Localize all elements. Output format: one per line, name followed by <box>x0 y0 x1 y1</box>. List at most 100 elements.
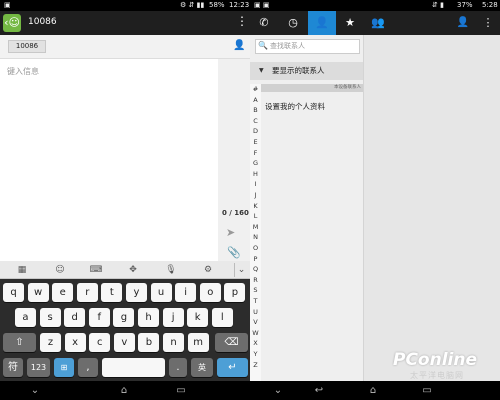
contact-search-input[interactable]: 查找联系人 <box>255 39 360 54</box>
index-letter[interactable]: S <box>250 286 261 294</box>
key-q[interactable]: q <box>3 283 24 302</box>
index-letter[interactable]: Q <box>250 265 261 273</box>
language-switch-key[interactable]: ⊞ <box>54 358 74 377</box>
index-letter[interactable]: K <box>250 202 261 210</box>
index-letter[interactable]: H <box>250 170 261 178</box>
home-icon-right[interactable]: ⌂ <box>364 385 382 396</box>
index-letter[interactable]: L <box>250 212 261 220</box>
contacts-tab-bar: ✆ ◷ 👤 ★ 👥 👤 ⋮ <box>250 11 500 35</box>
home-icon[interactable]: ⌂ <box>115 385 133 396</box>
key-p[interactable]: p <box>224 283 246 302</box>
enter-key[interactable]: ↵ <box>217 358 248 377</box>
number-key[interactable]: 123 <box>27 358 50 377</box>
index-letter[interactable]: E <box>250 138 261 146</box>
key-z[interactable]: z <box>40 333 61 352</box>
shift-key[interactable]: ⇧ <box>3 333 36 352</box>
key-o[interactable]: o <box>199 283 221 302</box>
attach-icon[interactable]: 📎 <box>227 246 241 259</box>
conversation-title: 10086 <box>28 17 57 27</box>
index-letter[interactable]: V <box>250 318 261 326</box>
index-letter[interactable]: P <box>250 255 261 263</box>
english-key[interactable]: 英 <box>191 358 213 377</box>
key-j[interactable]: j <box>162 308 184 327</box>
recipient-field[interactable]: 10086 👤 <box>0 35 250 59</box>
notification-icons: ▣ ▣ <box>254 1 270 9</box>
recents-icon-right[interactable]: ▭ <box>418 385 436 396</box>
cursor-icon[interactable]: ✥ <box>126 263 140 277</box>
key-y[interactable]: y <box>126 283 147 302</box>
index-letter[interactable]: U <box>250 308 261 316</box>
key-u[interactable]: u <box>150 283 172 302</box>
key-l[interactable]: l <box>211 308 233 327</box>
index-letter[interactable]: # <box>250 85 261 93</box>
comma-key[interactable]: , <box>78 358 98 377</box>
index-letter[interactable]: X <box>250 339 261 347</box>
overflow-menu-icon[interactable]: ⋮ <box>236 14 248 28</box>
key-r[interactable]: r <box>76 283 98 302</box>
index-letter[interactable]: N <box>250 233 261 241</box>
key-k[interactable]: k <box>187 308 209 327</box>
index-letter[interactable]: A <box>250 96 261 104</box>
index-letter[interactable]: D <box>250 127 261 135</box>
mic-icon[interactable]: 🎙 <box>164 263 178 277</box>
key-b[interactable]: b <box>138 333 160 352</box>
settings-icon[interactable]: ⚙ <box>201 263 215 277</box>
key-x[interactable]: x <box>64 333 86 352</box>
index-letter[interactable]: W <box>250 329 261 337</box>
apps-icon[interactable]: ▦ <box>15 263 29 277</box>
index-letter[interactable]: Z <box>250 361 261 369</box>
contacts-tab-icon[interactable]: 👤 <box>308 11 336 35</box>
key-h[interactable]: h <box>138 308 159 327</box>
message-input[interactable]: 键入信息 <box>0 59 218 261</box>
key-g[interactable]: g <box>113 308 135 327</box>
recents-tab-icon[interactable]: ◷ <box>279 11 307 35</box>
backspace-key[interactable]: ⌫ <box>215 333 248 352</box>
index-letter[interactable]: O <box>250 244 261 252</box>
keyboard-toolbar: ▦ ☺ ⌨ ✥ 🎙 ⚙ ⌄ <box>0 261 250 279</box>
recents-icon[interactable]: ▭ <box>172 385 190 396</box>
my-profile-row[interactable]: 本设备联系人 设置我的个人资料 <box>261 84 363 124</box>
overflow-menu-icon-right[interactable]: ⋮ <box>474 11 500 35</box>
add-contact-icon[interactable]: 👤 <box>233 40 245 51</box>
symbol-key[interactable]: 符 <box>3 358 23 377</box>
index-letter[interactable]: R <box>250 276 261 284</box>
key-w[interactable]: w <box>27 283 49 302</box>
key-f[interactable]: f <box>88 308 110 327</box>
index-letter[interactable]: C <box>250 117 261 125</box>
index-letter[interactable]: Y <box>250 350 261 358</box>
key-m[interactable]: m <box>187 333 209 352</box>
collapse-icon-right[interactable]: ⌄ <box>269 385 287 396</box>
key-c[interactable]: c <box>89 333 111 352</box>
send-icon[interactable]: ➤ <box>226 226 235 239</box>
key-n[interactable]: n <box>163 333 184 352</box>
index-letter[interactable]: F <box>250 149 261 157</box>
key-e[interactable]: e <box>52 283 74 302</box>
keyboard-icon[interactable]: ⌨ <box>89 263 103 277</box>
index-letter[interactable]: G <box>250 159 261 167</box>
index-letter[interactable]: I <box>250 180 261 188</box>
back-icon[interactable]: ↩ <box>310 385 328 396</box>
key-s[interactable]: s <box>39 308 61 327</box>
phone-tab-icon[interactable]: ✆ <box>250 11 278 35</box>
favorites-tab-icon[interactable]: ★ <box>336 11 364 35</box>
index-letter[interactable]: B <box>250 106 261 114</box>
emoji-icon[interactable]: ☺ <box>53 263 67 277</box>
contacts-filter-header[interactable]: 要显示的联系人 <box>250 62 363 80</box>
key-t[interactable]: t <box>101 283 123 302</box>
index-letter[interactable]: J <box>250 191 261 199</box>
key-i[interactable]: i <box>175 283 197 302</box>
key-a[interactable]: a <box>15 308 36 327</box>
set-profile-label: 设置我的个人资料 <box>265 102 325 111</box>
hide-keyboard-icon[interactable]: ⌄ <box>234 263 248 277</box>
space-key[interactable] <box>102 358 165 377</box>
key-d[interactable]: d <box>64 308 86 327</box>
back-messaging-icon[interactable]: ‹☺ <box>3 14 21 32</box>
collapse-icon[interactable]: ⌄ <box>26 385 44 396</box>
index-letter[interactable]: T <box>250 297 261 305</box>
index-letter[interactable]: M <box>250 223 261 231</box>
recipient-chip[interactable]: 10086 <box>8 40 46 53</box>
add-contact-icon-right[interactable]: 👤 <box>449 11 477 35</box>
groups-tab-icon[interactable]: 👥 <box>364 11 392 35</box>
key-v[interactable]: v <box>113 333 135 352</box>
period-key[interactable]: . <box>169 358 187 377</box>
